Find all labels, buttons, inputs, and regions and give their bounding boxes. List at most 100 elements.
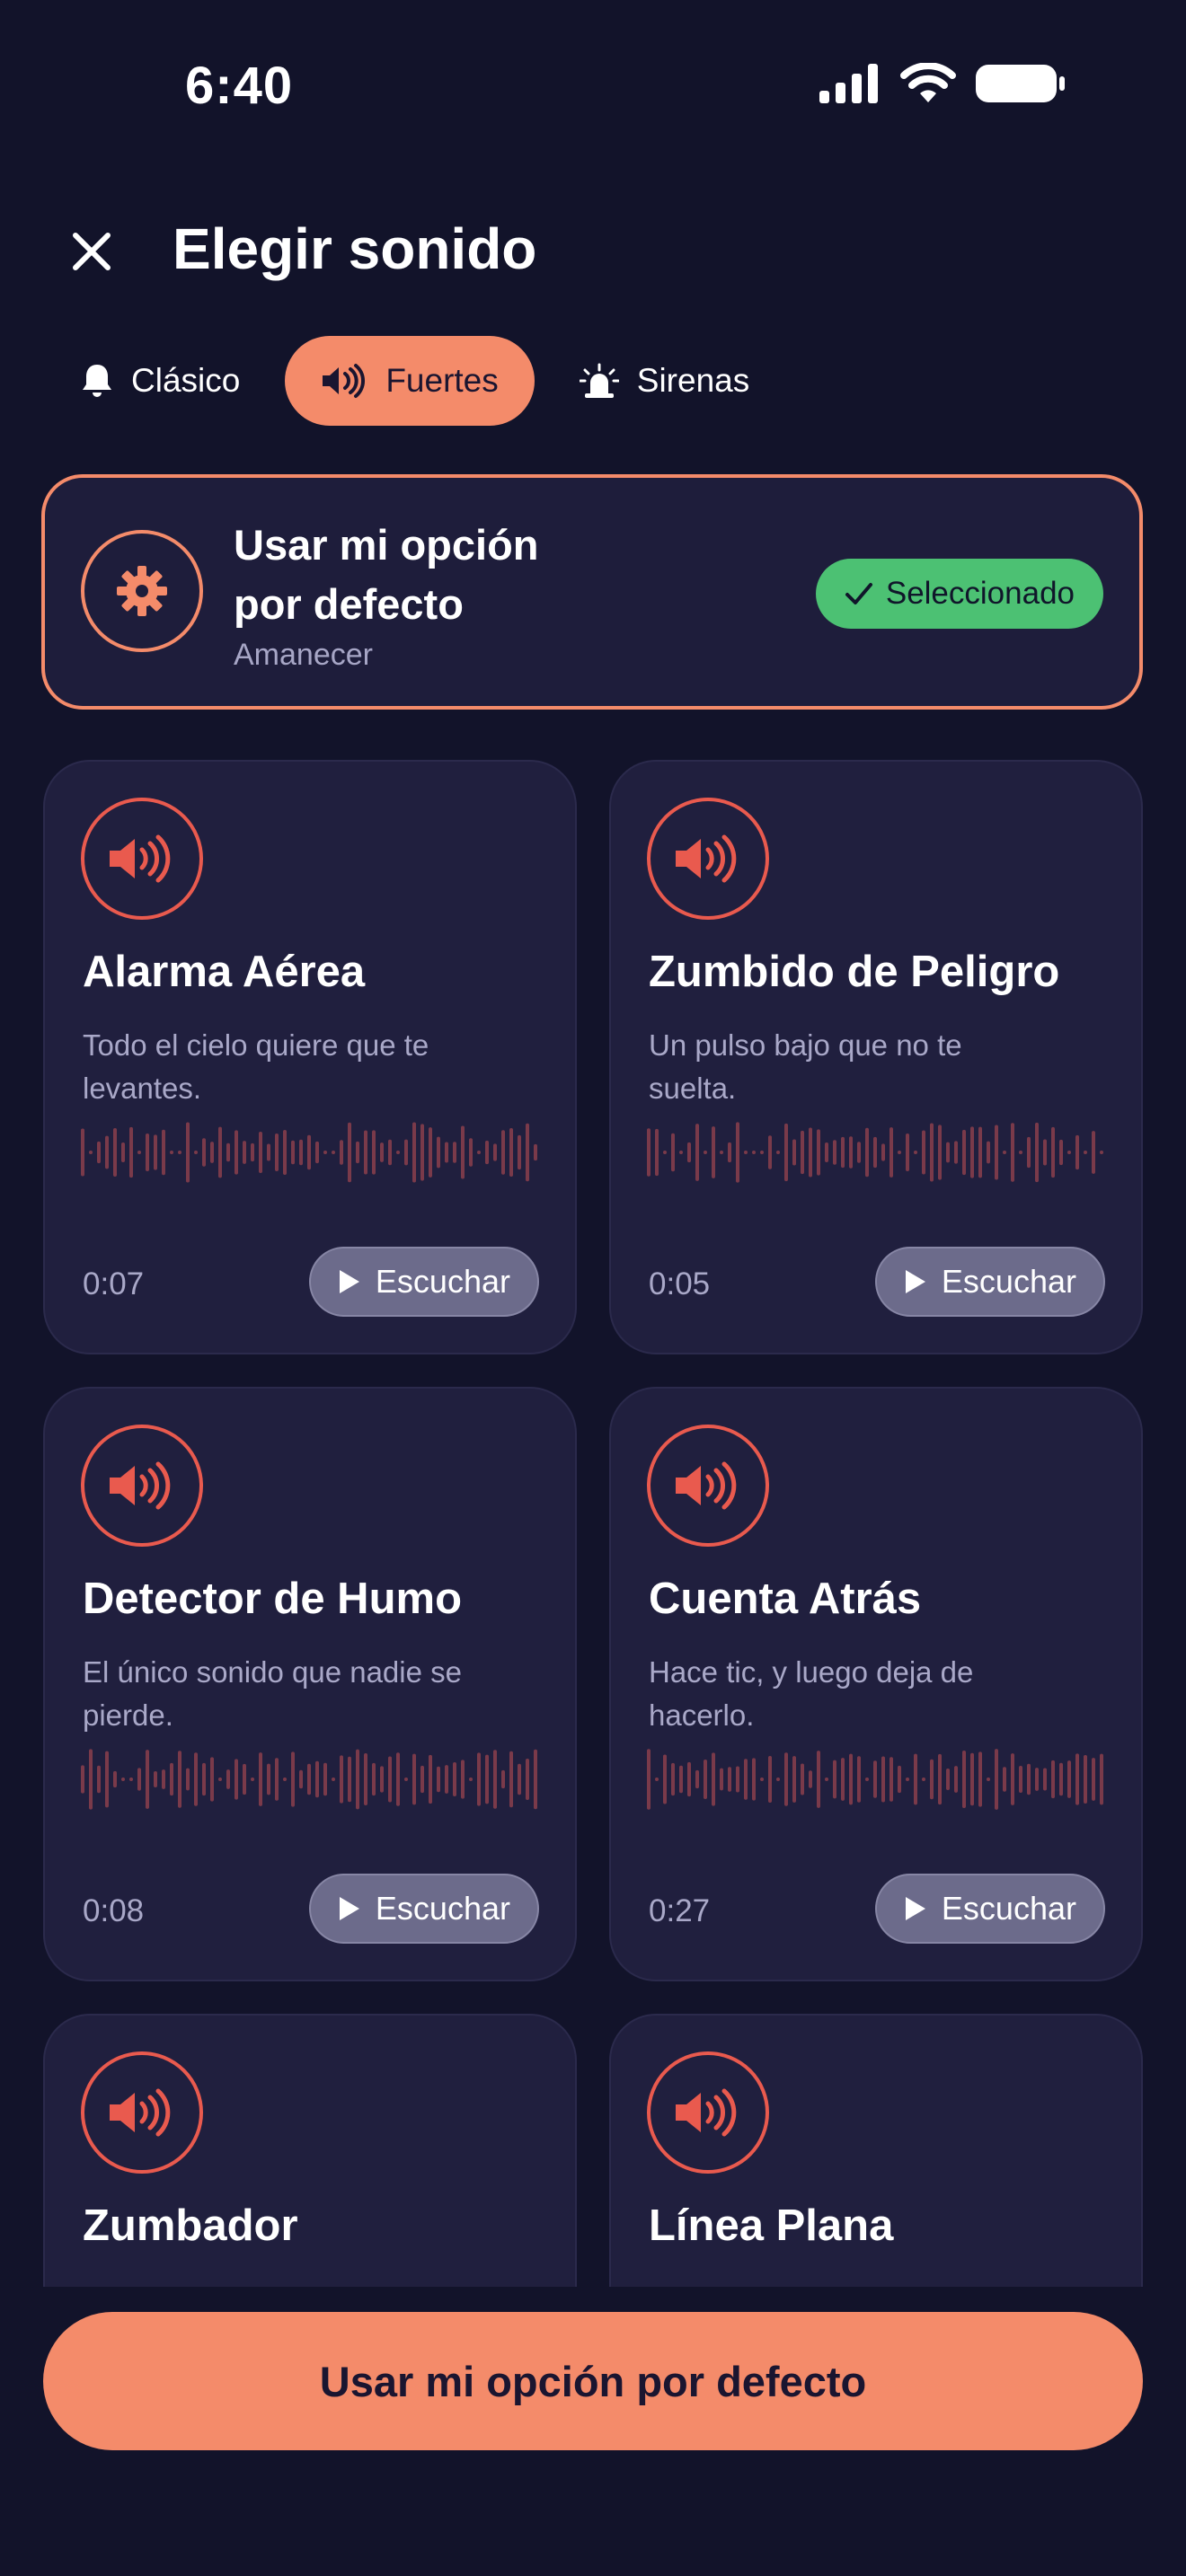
waveform-bar [388, 1756, 392, 1803]
waveform-bar [340, 1755, 343, 1804]
waveform-bar [267, 1763, 270, 1795]
waveform-bar [962, 1129, 966, 1176]
use-default-button[interactable]: Usar mi opción por defecto [43, 2312, 1143, 2450]
tab-label: Sirenas [636, 362, 750, 399]
waveform-bar [291, 1140, 295, 1165]
waveform-bar [332, 1778, 335, 1781]
waveform-bar [283, 1129, 287, 1176]
waveform-bar [825, 1142, 828, 1163]
waveform-bar [210, 1142, 214, 1163]
waveform-bar [752, 1758, 756, 1801]
waveform-bar [380, 1142, 384, 1162]
waveform-bar [970, 1752, 974, 1806]
status-bar: 6:40 [0, 0, 1186, 171]
close-button[interactable] [63, 223, 120, 280]
waveform-bar [833, 1760, 836, 1799]
tab-fuertes[interactable]: Fuertes [285, 336, 535, 426]
waveform-bar [186, 1122, 190, 1183]
speaker-loud-icon [676, 834, 737, 883]
play-icon [905, 1270, 925, 1293]
waveform-bar [235, 1130, 238, 1175]
waveform-bar [825, 1778, 828, 1781]
waveform-bar [890, 1757, 893, 1802]
waveform-bar [704, 1760, 707, 1799]
waveform-bar [275, 1133, 279, 1172]
waveform-bar [146, 1134, 149, 1171]
waveform-bar [687, 1142, 691, 1163]
waveform-bar [218, 1126, 222, 1178]
waveform-bar [655, 1128, 659, 1177]
speaker-loud-icon [323, 364, 366, 398]
waveform-bar [849, 1136, 853, 1169]
waveform-bar [364, 1130, 367, 1175]
waveform-bar [259, 1752, 262, 1806]
waveform-bar [129, 1778, 133, 1781]
waveform-bar [720, 1151, 723, 1154]
waveform-bar [194, 1151, 198, 1154]
speaker-loud-icon [110, 2088, 171, 2137]
waveform-bar [792, 1139, 796, 1166]
waveform-bar [776, 1151, 780, 1154]
sound-card[interactable]: Detector de Humo El único sonido que nad… [43, 1387, 577, 1981]
listen-button[interactable]: Escuchar [308, 1874, 539, 1944]
waveform-bar [1067, 1760, 1071, 1798]
waveform-bar [97, 1141, 101, 1164]
waveform-bar [307, 1134, 311, 1170]
sound-title: Detector de Humo [83, 1575, 463, 1623]
selected-badge-label: Seleccionado [885, 576, 1075, 611]
sound-card[interactable]: Línea Plana [609, 2014, 1143, 2287]
waveform-bar [485, 1754, 489, 1804]
waveform-bar [679, 1765, 683, 1794]
waveform-bar [146, 1750, 149, 1809]
waveform-bar [97, 1765, 101, 1794]
waveform-bar [1043, 1139, 1047, 1166]
tab-sirenas[interactable]: Sirenas [562, 336, 767, 426]
waveform-bar [987, 1141, 990, 1164]
speaker-badge [647, 2051, 769, 2174]
waveform-bar [121, 1142, 125, 1162]
header: Elegir sonido [0, 207, 1186, 296]
waveform-bar [784, 1752, 788, 1806]
listen-button[interactable]: Escuchar [874, 1874, 1105, 1944]
speaker-badge [81, 798, 203, 920]
waveform-bar [1100, 1151, 1103, 1154]
waveform-bar [873, 1760, 877, 1798]
speaker-badge [647, 1425, 769, 1547]
waveform-bar [477, 1151, 481, 1154]
waveform-bar [1051, 1760, 1055, 1799]
sound-card[interactable]: Zumbido de Peligro Un pulso bajo que no … [609, 760, 1143, 1354]
waveform-bar [461, 1760, 465, 1799]
waveform-bar [364, 1753, 367, 1805]
checkmark-icon [845, 583, 872, 604]
default-option-card[interactable]: Usar mi opción por defecto Amanecer Sele… [41, 474, 1143, 710]
sound-title: Línea Plana [649, 2201, 894, 2250]
waveform-bar [534, 1143, 537, 1161]
waveform-bar [526, 1758, 529, 1801]
sound-card[interactable]: Cuenta Atrás Hace tic, y luego deja de h… [609, 1387, 1143, 1981]
speaker-badge [81, 1425, 203, 1547]
tab-clasico[interactable]: Clásico [63, 336, 258, 426]
waveform-bar [736, 1122, 739, 1183]
sound-card[interactable]: Alarma Aérea Todo el cielo quiere que te… [43, 760, 577, 1354]
waveform-bar [534, 1749, 537, 1810]
waveform-bar [340, 1140, 343, 1165]
waveform-bar [995, 1749, 998, 1810]
waveform-bar [760, 1778, 764, 1781]
listen-button[interactable]: Escuchar [308, 1247, 539, 1317]
waveform-bar [299, 1139, 303, 1166]
sound-description: Todo el cielo quiere que te levantes. [83, 1028, 429, 1105]
sound-title: Cuenta Atrás [649, 1575, 922, 1623]
waveform-bar [712, 1752, 715, 1806]
waveform-bar [776, 1778, 780, 1781]
waveform-bar [210, 1757, 214, 1802]
waveform-bar [833, 1140, 836, 1165]
listen-button[interactable]: Escuchar [874, 1247, 1105, 1317]
waveform-bar [1084, 1151, 1087, 1154]
waveform-bar [307, 1763, 311, 1795]
waveform-bar [962, 1750, 966, 1809]
waveform-bar [841, 1758, 845, 1801]
sound-card[interactable]: Zumbador [43, 2014, 577, 2287]
waveform-bar [526, 1123, 529, 1182]
waveform-bar [1067, 1151, 1071, 1154]
waveform-bar [299, 1769, 303, 1789]
